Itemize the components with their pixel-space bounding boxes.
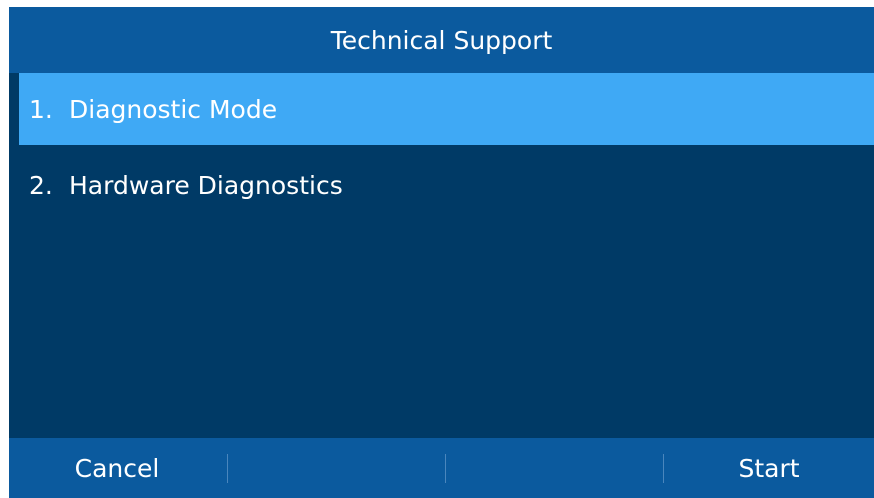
menu-item-label: Diagnostic Mode — [69, 94, 278, 124]
page-title: Technical Support — [330, 25, 553, 55]
softkey-3[interactable] — [446, 438, 662, 498]
phone-screen: Technical Support 1. Diagnostic Mode 2. … — [9, 7, 874, 498]
start-button[interactable]: Start — [664, 438, 874, 498]
title-bar: Technical Support — [9, 7, 874, 73]
softkey-2[interactable] — [228, 438, 444, 498]
cancel-button[interactable]: Cancel — [9, 438, 225, 498]
top-cutoff-strip — [0, 0, 874, 7]
menu-item-number: 2. — [29, 170, 53, 200]
menu-item-hardware-diagnostics[interactable]: 2. Hardware Diagnostics — [19, 149, 874, 221]
menu-item-diagnostic-mode[interactable]: 1. Diagnostic Mode — [19, 73, 874, 145]
softkey-bar: Cancel Start — [9, 438, 874, 498]
menu-item-label: Hardware Diagnostics — [69, 170, 343, 200]
menu-item-number: 1. — [29, 94, 53, 124]
